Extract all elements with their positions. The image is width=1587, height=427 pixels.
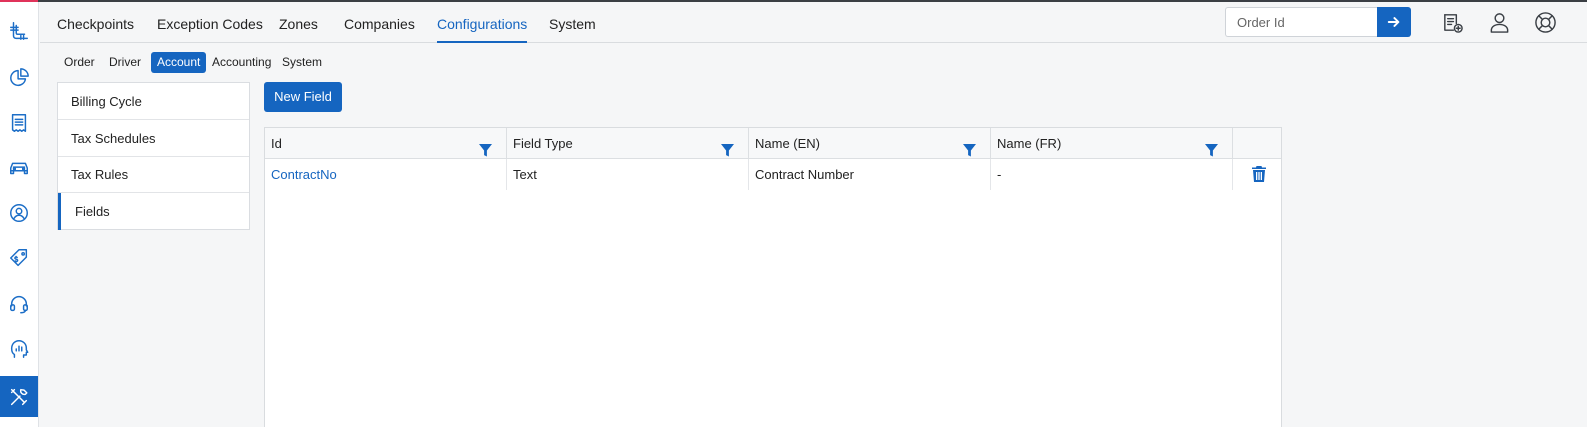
subtab-accounting[interactable]: Accounting: [206, 52, 277, 73]
order-id-input[interactable]: [1225, 7, 1378, 37]
table-row[interactable]: ContractNo Text Contract Number -: [265, 159, 1281, 190]
column-label: Id: [271, 136, 282, 151]
user-profile-icon: [1490, 12, 1508, 33]
filter-funnel-icon: [963, 144, 976, 157]
new-field-button[interactable]: New Field: [264, 82, 342, 112]
subtab-account[interactable]: Account: [151, 52, 207, 73]
cell-id[interactable]: ContractNo: [265, 159, 507, 190]
new-order-document-icon: [1443, 13, 1463, 33]
filter-button[interactable]: [721, 137, 734, 157]
car-icon: [10, 162, 28, 175]
tab-companies[interactable]: Companies: [344, 2, 415, 43]
order-search-button[interactable]: [1377, 7, 1411, 37]
table-header: Id Field Type Name (EN) Name (FR): [265, 128, 1281, 159]
column-label: Name (FR): [997, 136, 1062, 151]
rail-item-orders[interactable]: [0, 103, 38, 143]
tab-checkpoints[interactable]: Checkpoints: [57, 2, 134, 43]
account-side-menu: Billing Cycle Tax Schedules Tax Rules Fi…: [57, 82, 250, 230]
help-lifebuoy-icon: [1534, 11, 1556, 33]
column-label: Field Type: [513, 136, 573, 151]
filter-button[interactable]: [479, 137, 492, 157]
fields-table: Id Field Type Name (EN) Name (FR) Contra…: [264, 127, 1282, 427]
headset-icon: [10, 296, 28, 314]
user-circle-icon: [10, 204, 28, 222]
filter-button[interactable]: [963, 137, 976, 157]
tab-zones[interactable]: Zones: [279, 2, 318, 43]
subtab-system[interactable]: System: [276, 52, 328, 73]
pie-chart-icon: [10, 68, 29, 87]
tab-exception-codes[interactable]: Exception Codes: [157, 2, 263, 43]
rail-item-analytics[interactable]: [0, 329, 38, 369]
rail-item-support[interactable]: [0, 284, 38, 324]
column-header-field-type: Field Type: [507, 128, 749, 159]
trash-icon: [1252, 166, 1266, 182]
column-header-name-en: Name (EN): [749, 128, 991, 159]
help-button[interactable]: [1533, 10, 1557, 34]
subtab-order[interactable]: Order: [58, 52, 101, 73]
side-item-tax-rules[interactable]: Tax Rules: [58, 156, 249, 193]
subtab-driver[interactable]: Driver: [103, 52, 147, 73]
logo-icon: [10, 22, 28, 40]
cell-name-fr: -: [991, 159, 1233, 190]
head-analytics-icon: [10, 340, 29, 358]
side-item-billing-cycle[interactable]: Billing Cycle: [58, 83, 249, 120]
cell-name-en: Contract Number: [749, 159, 991, 190]
tab-system[interactable]: System: [549, 2, 596, 43]
arrow-right-icon: [1387, 17, 1400, 27]
filter-funnel-icon: [479, 144, 492, 157]
filter-funnel-icon: [1205, 144, 1218, 157]
price-tag-icon: [10, 249, 28, 267]
cell-field-type: Text: [507, 159, 749, 190]
app-logo[interactable]: [0, 11, 38, 51]
rail-item-drivers[interactable]: [0, 148, 38, 188]
filter-button[interactable]: [1205, 137, 1218, 157]
column-label: Name (EN): [755, 136, 821, 151]
rail-item-customers[interactable]: [0, 193, 38, 233]
side-item-tax-schedules[interactable]: Tax Schedules: [58, 120, 249, 157]
tab-configurations[interactable]: Configurations: [437, 2, 528, 43]
column-header-id: Id: [265, 128, 507, 159]
side-item-fields[interactable]: Fields: [58, 193, 249, 230]
user-profile-button[interactable]: [1487, 10, 1511, 34]
delete-row-button[interactable]: [1252, 166, 1266, 182]
tools-icon: [10, 388, 28, 405]
left-rail: [0, 2, 39, 427]
column-header-name-fr: Name (FR): [991, 128, 1233, 159]
receipt-icon: [11, 114, 27, 132]
new-order-button[interactable]: [1440, 10, 1464, 34]
rail-item-pricing[interactable]: [0, 238, 38, 278]
rail-item-dashboard[interactable]: [0, 58, 38, 98]
filter-funnel-icon: [721, 144, 734, 157]
rail-item-configuration[interactable]: [0, 376, 38, 417]
